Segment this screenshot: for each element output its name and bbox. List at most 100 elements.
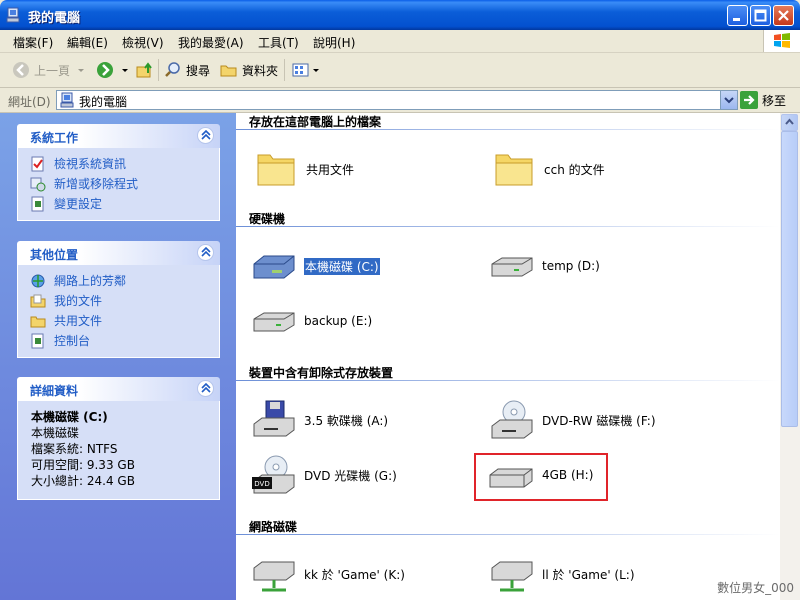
search-icon (165, 62, 180, 77)
task-change-setting[interactable]: 變更設定 (18, 194, 219, 214)
item-label: DVD 光碟機 (G:) (304, 468, 397, 483)
search-button[interactable]: 搜尋 (164, 60, 210, 80)
item-label: 本機磁碟 (C:) (303, 256, 381, 276)
task-pane: 系統工作 檢視系統資訊 新增或移除程式 變更設定 其他位置 網路上的芳鄰 我的文… (0, 113, 236, 600)
collapse-button[interactable] (197, 380, 214, 397)
menu-edit[interactable]: 編輯(E) (67, 34, 108, 51)
maximize-icon (754, 9, 767, 22)
link-my-documents[interactable]: 我的文件 (18, 291, 219, 311)
item-drive-g[interactable]: DVD DVD 光碟機 (G:) (250, 455, 397, 495)
task-add-remove-programs[interactable]: 新增或移除程式 (18, 174, 219, 194)
scroll-thumb[interactable] (781, 131, 798, 427)
menu-file[interactable]: 檔案(F) (13, 34, 53, 51)
system-tasks-header[interactable]: 系統工作 (17, 124, 220, 148)
double-chevron-up-icon (201, 247, 211, 257)
title-bar[interactable]: 我的電腦 (0, 0, 800, 30)
item-label: 3.5 軟碟機 (A:) (304, 413, 389, 428)
link-shared-documents[interactable]: 共用文件 (18, 311, 219, 331)
hard-drive-icon (253, 312, 295, 332)
item-drive-c[interactable]: 本機磁碟 (C:) (250, 246, 381, 286)
task-label: 我的文件 (54, 294, 103, 308)
network-places-icon (31, 274, 45, 288)
vertical-scrollbar[interactable] (780, 113, 800, 600)
other-places-header[interactable]: 其他位置 (17, 241, 220, 265)
system-tasks-panel: 系統工作 檢視系統資訊 新增或移除程式 變更設定 (17, 124, 220, 221)
group-header-files: 存放在這部電腦上的檔案 (249, 115, 382, 129)
dvd-rw-drive-icon (491, 400, 533, 439)
my-computer-icon (6, 7, 20, 23)
task-label: 共用文件 (54, 314, 103, 328)
add-remove-programs-icon (30, 177, 46, 192)
watermark: 數位男女_000 (717, 581, 794, 595)
address-dropdown-button[interactable] (720, 91, 737, 109)
go-button[interactable]: 移至 (740, 91, 786, 109)
forward-arrow-icon (97, 62, 113, 78)
task-label: 控制台 (54, 334, 91, 348)
item-label: ll 於 'Game' (L:) (542, 567, 635, 582)
chevron-down-icon (122, 69, 128, 72)
back-arrow-icon (13, 62, 29, 78)
back-button[interactable]: 上一頁 (12, 60, 86, 80)
chevron-down-icon (78, 69, 85, 72)
minimize-button[interactable] (727, 5, 748, 26)
my-documents-icon (30, 294, 46, 308)
up-folder-button[interactable] (136, 60, 154, 80)
toolbar: 上一頁 搜尋 資料夾 (0, 53, 800, 88)
link-network-places[interactable]: 網路上的芳鄰 (18, 271, 219, 291)
maximize-button[interactable] (750, 5, 771, 26)
my-computer-icon (60, 92, 74, 108)
item-drive-k[interactable]: kk 於 'Game' (K:) (250, 554, 405, 594)
item-label: DVD-RW 磁碟機 (F:) (542, 413, 656, 428)
folder-icon (495, 154, 533, 186)
system-info-icon (31, 156, 44, 172)
address-input[interactable]: 我的電腦 (56, 90, 738, 110)
scroll-up-button[interactable] (781, 114, 798, 131)
details-filesystem: 檔案系統: NTFS (31, 442, 118, 456)
panel-title: 系統工作 (30, 131, 79, 145)
menu-tools[interactable]: 工具(T) (258, 34, 299, 51)
item-drive-a[interactable]: 3.5 軟碟機 (A:) (250, 400, 388, 440)
item-shared-documents[interactable]: 共用文件 (252, 149, 354, 189)
search-label: 搜尋 (186, 63, 211, 78)
item-drive-f[interactable]: DVD-RW 磁碟機 (F:) (488, 400, 656, 440)
item-label: cch 的文件 (544, 162, 605, 177)
floppy-drive-icon (253, 400, 295, 437)
link-control-panel[interactable]: 控制台 (18, 331, 219, 351)
close-button[interactable] (773, 5, 794, 26)
item-drive-l[interactable]: ll 於 'Game' (L:) (488, 554, 635, 594)
views-button[interactable] (292, 60, 321, 80)
item-drive-e[interactable]: backup (E:) (250, 301, 372, 341)
highlight-box (474, 453, 608, 501)
task-label: 網路上的芳鄰 (54, 274, 127, 288)
double-chevron-up-icon (201, 383, 211, 393)
content-area[interactable]: 存放在這部電腦上的檔案 共用文件 cch 的文件 硬碟機 本機磁碟 (C:) t… (236, 113, 780, 600)
task-view-system-info[interactable]: 檢視系統資訊 (18, 154, 219, 174)
item-drive-d[interactable]: temp (D:) (488, 246, 600, 286)
views-icon (292, 63, 309, 77)
network-drive-icon (491, 561, 533, 592)
back-label: 上一頁 (34, 63, 71, 78)
minimize-icon (733, 18, 740, 21)
hard-drive-icon (253, 255, 295, 279)
address-value: 我的電腦 (79, 95, 128, 109)
address-bar: 網址(D) 我的電腦 移至 (0, 88, 800, 113)
close-icon (778, 10, 789, 21)
folders-button[interactable]: 資料夾 (220, 60, 278, 80)
menu-favorites[interactable]: 我的最愛(A) (178, 34, 244, 51)
chevron-down-icon (724, 97, 734, 104)
collapse-button[interactable] (197, 244, 214, 261)
menu-view[interactable]: 檢視(V) (122, 34, 164, 51)
panel-title: 詳細資料 (30, 384, 79, 398)
go-arrow-icon (740, 91, 758, 109)
windows-logo (763, 30, 800, 52)
go-label: 移至 (762, 93, 787, 108)
item-cch-documents[interactable]: cch 的文件 (490, 149, 605, 189)
details-header[interactable]: 詳細資料 (17, 377, 220, 401)
group-header-removable: 裝置中含有卸除式存放裝置 (249, 366, 394, 380)
chevron-down-icon (313, 69, 319, 72)
details-free-space: 可用空間: 9.33 GB (31, 458, 135, 472)
forward-button[interactable] (96, 60, 130, 80)
up-folder-icon (136, 62, 152, 78)
collapse-button[interactable] (197, 127, 214, 144)
menu-help[interactable]: 說明(H) (313, 34, 355, 51)
